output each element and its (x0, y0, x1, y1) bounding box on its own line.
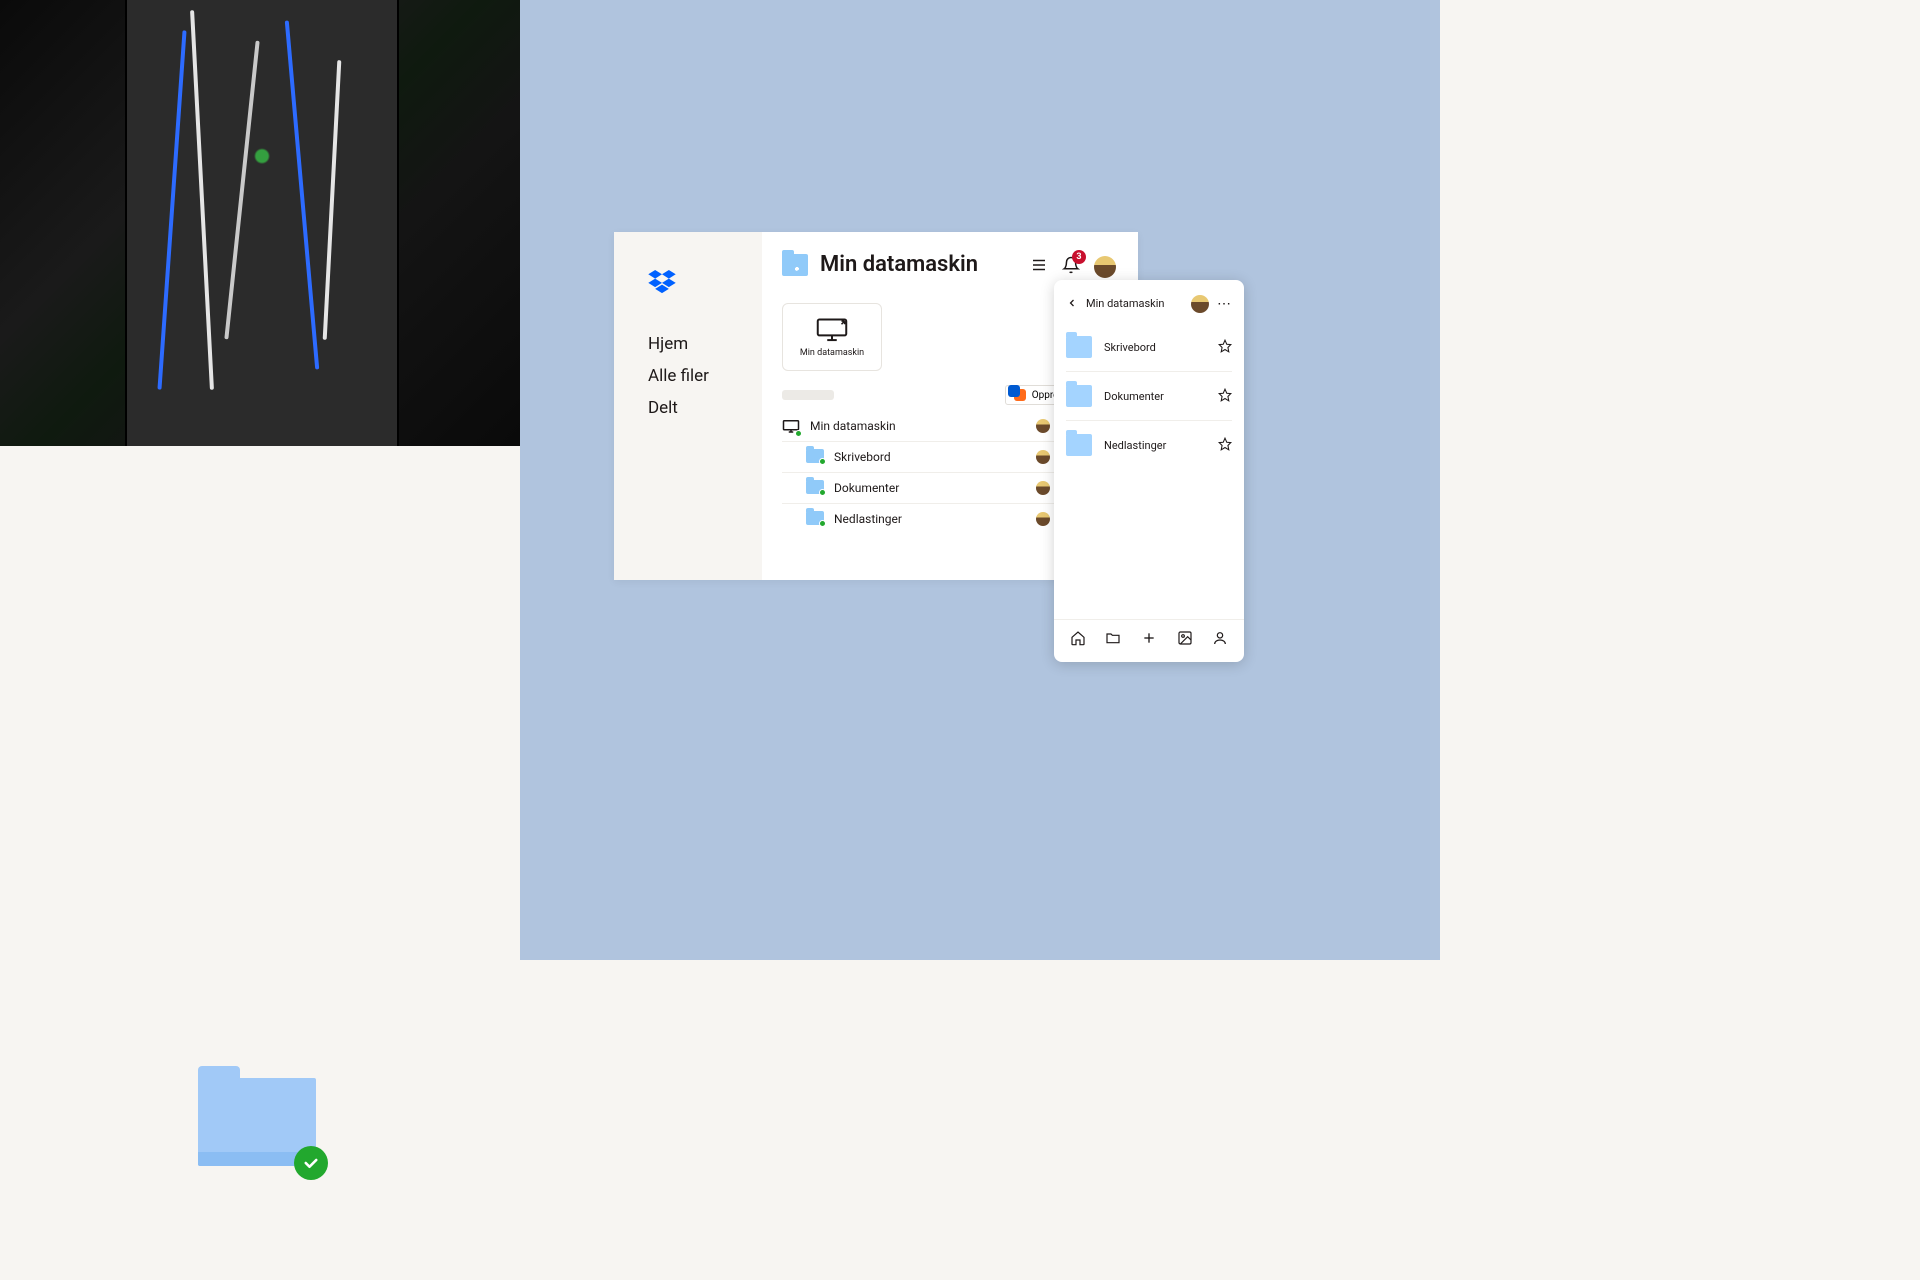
header-folder-icon (782, 254, 808, 276)
mobile-row-name: Dokumenter (1104, 390, 1206, 403)
mobile-user-avatar[interactable] (1191, 295, 1209, 313)
mobile-app-panel: Min datamaskin ⋯ Skrivebord Dokumenter N… (1054, 280, 1244, 662)
user-avatar[interactable] (1094, 256, 1116, 278)
folder-icon (1066, 336, 1092, 358)
sync-badge-icon (819, 489, 826, 496)
folder-icon (806, 480, 824, 496)
check-badge-icon (294, 1146, 328, 1180)
row-owner-avatar (1036, 450, 1050, 464)
row-name: Nedlastinger (834, 512, 902, 526)
row-owner-avatar (1036, 481, 1050, 495)
star-icon[interactable] (1218, 436, 1232, 455)
tab-add-icon[interactable] (1141, 630, 1157, 650)
page-title: Min datamaskin (820, 252, 978, 277)
more-icon[interactable]: ⋯ (1217, 297, 1232, 311)
mobile-page-title: Min datamaskin (1086, 297, 1183, 310)
row-name: Min datamaskin (810, 419, 896, 433)
computer-icon (782, 418, 800, 434)
desktop-sidebar: Hjem Alle filer Delt (614, 232, 762, 580)
notification-count-badge: 3 (1072, 250, 1086, 264)
create-app-icon (1014, 389, 1026, 401)
nav-all-files[interactable]: Alle filer (648, 360, 762, 392)
mobile-row-name: Nedlastinger (1104, 439, 1206, 452)
nav-shared[interactable]: Delt (648, 392, 762, 424)
folder-icon (806, 449, 824, 465)
folder-icon (1066, 385, 1092, 407)
row-owner-avatar (1036, 419, 1050, 433)
folder-icon (806, 511, 824, 527)
tab-files-icon[interactable] (1105, 630, 1121, 650)
menu-icon[interactable] (1030, 256, 1048, 278)
row-owner-avatar (1036, 512, 1050, 526)
folder-icon (1066, 434, 1092, 456)
mobile-folder-row[interactable]: Dokumenter (1066, 372, 1232, 421)
mobile-tabbar (1054, 619, 1244, 662)
synced-folder-illustration (198, 1066, 316, 1166)
dropbox-logo-icon (648, 270, 762, 298)
computer-card[interactable]: Min datamaskin (782, 303, 882, 371)
sync-badge-icon (819, 458, 826, 465)
toolbar-skeleton (782, 390, 834, 400)
tab-account-icon[interactable] (1212, 630, 1228, 650)
mobile-folder-row[interactable]: Nedlastinger (1066, 421, 1232, 469)
tab-photos-icon[interactable] (1177, 630, 1193, 650)
computer-card-label: Min datamaskin (800, 348, 864, 358)
mobile-folder-row[interactable]: Skrivebord (1066, 323, 1232, 372)
star-icon[interactable] (1218, 387, 1232, 406)
star-icon[interactable] (1218, 338, 1232, 357)
row-name: Dokumenter (834, 481, 899, 495)
sync-badge-icon (819, 520, 826, 527)
sync-badge-icon (795, 430, 802, 437)
back-icon[interactable] (1066, 294, 1078, 313)
nav-home[interactable]: Hjem (648, 328, 762, 360)
row-name: Skrivebord (834, 450, 891, 464)
mobile-row-name: Skrivebord (1104, 341, 1206, 354)
tab-home-icon[interactable] (1070, 630, 1086, 650)
server-rack-photo (0, 0, 520, 446)
notifications-icon[interactable]: 3 (1062, 256, 1080, 278)
